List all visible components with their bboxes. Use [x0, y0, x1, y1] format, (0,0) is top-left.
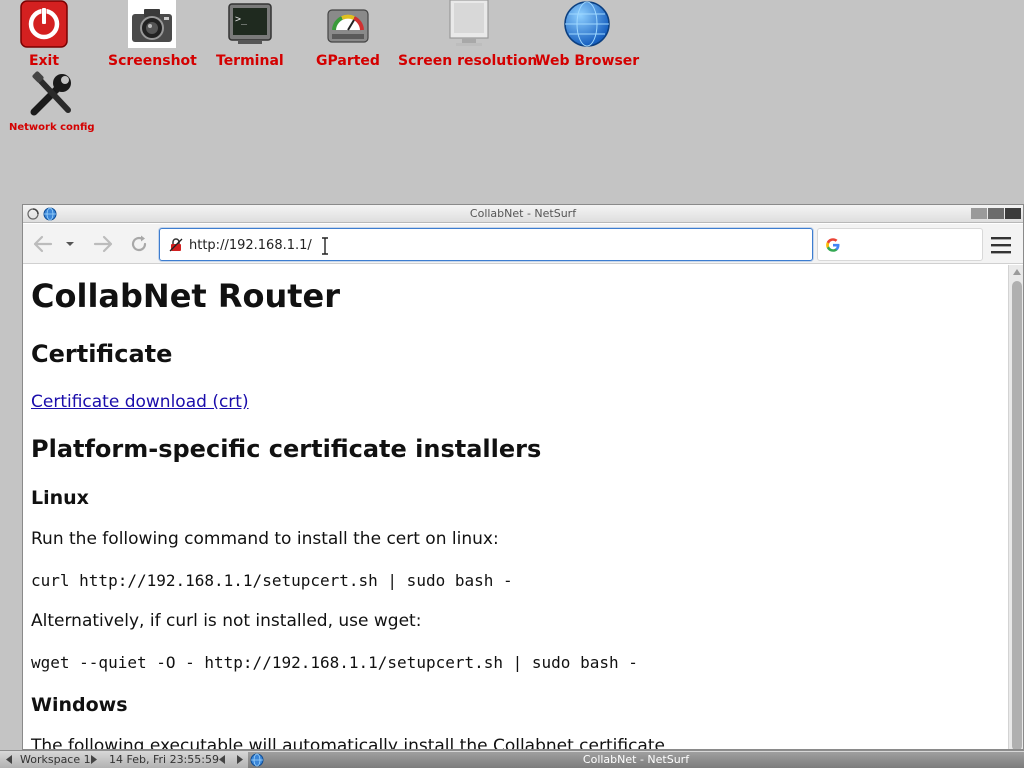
- workspace-next-icon[interactable]: [90, 755, 98, 764]
- linux-instructions: Run the following command to install the…: [31, 529, 499, 550]
- desktop-icon-label: GParted: [316, 53, 380, 69]
- certificate-heading: Certificate: [31, 340, 173, 369]
- forward-button[interactable]: [91, 233, 115, 255]
- svg-text:>_: >_: [235, 14, 248, 25]
- terminal-icon: >_: [226, 0, 274, 48]
- linux-curl-command: curl http://192.168.1.1/setupcert.sh | s…: [31, 570, 513, 590]
- back-button[interactable]: [31, 233, 55, 255]
- insecure-lock-icon[interactable]: [169, 238, 183, 252]
- text-cursor-icon: [322, 237, 328, 255]
- close-button[interactable]: [1005, 208, 1021, 219]
- desktop-icon-terminal[interactable]: >_ Terminal: [216, 0, 284, 69]
- windows-heading: Windows: [31, 694, 128, 716]
- browser-toolbar: [23, 224, 1023, 264]
- web-search-field[interactable]: [817, 228, 983, 261]
- taskbar-window-title: CollabNet - NetSurf: [582, 753, 690, 766]
- back-arrow-icon: [33, 235, 53, 253]
- browser-window: CollabNet - NetSurf http://192.168.1.1/ …: [22, 204, 1024, 750]
- desktop-icon-gparted[interactable]: GParted: [316, 0, 380, 69]
- power-icon: [20, 0, 68, 48]
- maximize-button[interactable]: [988, 208, 1004, 219]
- desktop-icon-label: Web Browser: [535, 53, 640, 69]
- history-dropdown-button[interactable]: [62, 233, 78, 255]
- taskbar: Workspace 1 14 Feb, Fri 23:55:59 CollabN…: [0, 750, 1024, 768]
- window-title: CollabNet - NetSurf: [469, 207, 577, 220]
- desktop-icon-label: Screenshot: [108, 53, 197, 69]
- disk-gauge-icon: [324, 0, 372, 48]
- window-controls: [971, 208, 1021, 219]
- chevron-down-icon: [66, 242, 74, 246]
- windows-instructions: The following executable will automatica…: [31, 735, 665, 750]
- minimize-button[interactable]: [971, 208, 987, 219]
- hamburger-menu-icon: [991, 237, 1011, 254]
- desktop-icon-label: Terminal: [216, 53, 284, 69]
- certificate-download-link[interactable]: Certificate download (crt): [31, 392, 249, 412]
- installers-heading: Platform-specific certificate installers: [31, 434, 542, 463]
- page-content: CollabNet Router Certificate Certificate…: [23, 265, 1008, 750]
- desktop-icon-screen-resolution[interactable]: Screen resolution: [398, 0, 537, 69]
- window-titlebar[interactable]: CollabNet - NetSurf: [23, 205, 1023, 223]
- monitor-icon: [444, 0, 492, 48]
- reload-button[interactable]: [127, 233, 151, 255]
- linux-alt-instructions: Alternatively, if curl is not installed,…: [31, 611, 422, 632]
- desktop-icon-network-config[interactable]: Network config: [9, 70, 95, 133]
- camera-icon: [128, 0, 177, 48]
- browser-menu-button[interactable]: [987, 233, 1015, 257]
- desktop-icon-screenshot[interactable]: Screenshot: [108, 0, 197, 69]
- desktop-icon-label: Exit: [28, 53, 60, 69]
- tools-icon: [28, 70, 76, 118]
- desktop-icon-label: Network config: [9, 122, 95, 133]
- taskbar-window-button[interactable]: CollabNet - NetSurf: [248, 752, 1024, 768]
- url-input[interactable]: [189, 235, 789, 255]
- forward-arrow-icon: [93, 235, 113, 253]
- task-next-icon[interactable]: [236, 755, 244, 764]
- page-title: CollabNet Router: [31, 277, 341, 315]
- workspace-prev-icon[interactable]: [5, 755, 13, 764]
- desktop-icon-exit[interactable]: Exit: [20, 0, 68, 69]
- vertical-scrollbar[interactable]: [1008, 265, 1023, 749]
- workspace-name[interactable]: Workspace 1: [20, 753, 91, 766]
- globe-icon: [563, 0, 611, 48]
- linux-wget-command: wget --quiet -O - http://192.168.1.1/set…: [31, 652, 638, 672]
- google-icon: [826, 238, 840, 252]
- linux-heading: Linux: [31, 487, 89, 510]
- url-bar[interactable]: [159, 228, 813, 261]
- scrollbar-thumb[interactable]: [1012, 281, 1022, 749]
- desktop-icon-web-browser[interactable]: Web Browser: [535, 0, 639, 69]
- task-prev-icon[interactable]: [218, 755, 226, 764]
- reload-icon: [131, 235, 147, 252]
- clock: 14 Feb, Fri 23:55:59: [109, 753, 219, 766]
- desktop-icon-label: Screen resolution: [398, 53, 538, 69]
- scroll-up-arrow-icon[interactable]: [1013, 269, 1021, 275]
